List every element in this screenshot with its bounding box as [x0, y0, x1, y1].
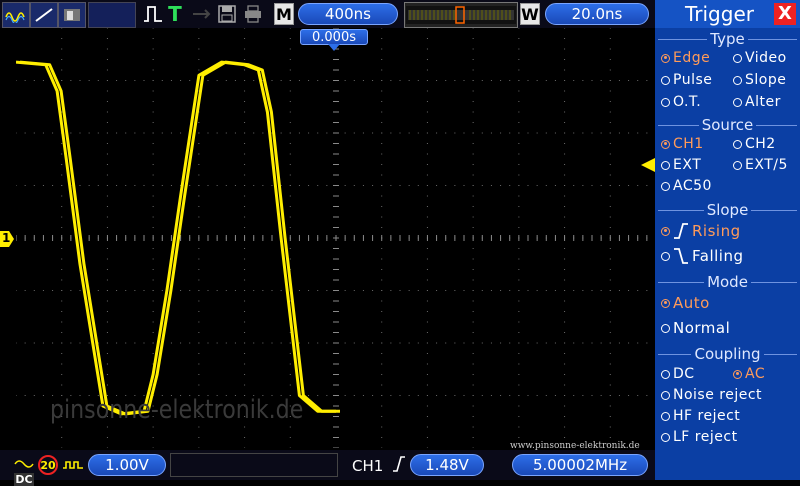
trigger-level-value[interactable]: 1.48V: [410, 454, 484, 476]
trigger-source-label: CH1: [352, 457, 384, 475]
radio-icon: [733, 97, 742, 107]
trigger-time-marker[interactable]: 0.000s: [300, 29, 368, 45]
save-icon[interactable]: [216, 2, 238, 26]
radio-icon: [661, 369, 670, 379]
radio-icon: [661, 160, 670, 170]
trigger-menu-panel: Trigger X Type Edge Video Pulse Slope O.…: [655, 0, 800, 480]
radio-icon: [733, 160, 742, 170]
option-alter[interactable]: Alter: [733, 94, 781, 110]
rising-edge-icon: [392, 455, 406, 477]
trigger-status-icon: T: [168, 2, 182, 26]
falling-edge-icon: [674, 248, 688, 264]
memory-position-bar[interactable]: [404, 2, 518, 28]
dc-coupling-indicator: DC: [14, 453, 34, 486]
radio-icon: [661, 139, 670, 149]
radio-icon: [661, 97, 670, 107]
usb-icon: [190, 2, 214, 26]
rising-edge-icon: [674, 223, 688, 239]
radio-icon: [661, 181, 670, 191]
pulse-icon: [142, 2, 164, 26]
ch1-trace: [19, 60, 340, 416]
radio-icon: [733, 139, 742, 149]
option-ac50[interactable]: AC50: [661, 178, 712, 194]
radio-icon: [661, 226, 670, 236]
option-ext[interactable]: EXT: [661, 157, 701, 173]
section-type: Type: [655, 30, 800, 48]
radio-icon: [661, 411, 670, 421]
radio-icon: [733, 369, 742, 379]
trigger-position-value[interactable]: 20.0ns: [545, 3, 649, 25]
option-normal[interactable]: Normal: [661, 319, 730, 337]
option-ext5[interactable]: EXT/5: [733, 157, 788, 173]
option-rising[interactable]: Rising: [661, 222, 741, 240]
option-hf-reject[interactable]: HF reject: [661, 408, 740, 424]
bottom-status-bar: DC 20 1.00V CH1 1.48V 5.00002MHz: [0, 450, 655, 486]
ch1-ground-marker[interactable]: 1: [0, 231, 14, 247]
radio-icon: [661, 298, 670, 308]
option-pulse[interactable]: Pulse: [661, 72, 712, 88]
option-ac[interactable]: AC: [733, 366, 765, 382]
radio-icon: [733, 53, 742, 63]
option-auto[interactable]: Auto: [661, 294, 710, 312]
radio-icon: [733, 75, 742, 85]
section-source-header: Source: [655, 116, 800, 134]
waveform-display-icon[interactable]: [2, 2, 30, 28]
radio-icon: [661, 251, 670, 261]
section-mode: Mode: [655, 273, 800, 291]
radio-icon: [661, 75, 670, 85]
radio-icon: [661, 53, 670, 63]
option-falling[interactable]: Falling: [661, 247, 743, 265]
radio-icon: [661, 323, 670, 333]
section-slope: Slope: [655, 201, 800, 219]
close-icon[interactable]: X: [774, 3, 796, 25]
ac-wave-icon: [14, 460, 34, 468]
trigger-level-marker-icon[interactable]: [641, 157, 655, 176]
option-video[interactable]: Video: [733, 50, 787, 66]
main-timebase-label: M: [274, 3, 294, 25]
section-type-header: Type: [655, 30, 800, 48]
ch1-marker-label: 1: [2, 231, 11, 245]
timebase-value[interactable]: 400ns: [298, 3, 398, 25]
option-ch1[interactable]: CH1: [661, 136, 704, 152]
frequency-counter: 5.00002MHz: [512, 454, 648, 476]
status-box: [88, 2, 136, 28]
option-noise-reject[interactable]: Noise reject: [661, 387, 762, 403]
trigger-menu-title: Trigger X: [655, 0, 800, 28]
section-coupling-header: Coupling: [655, 345, 800, 363]
option-slope[interactable]: Slope: [733, 72, 786, 88]
invert-icon: [62, 456, 84, 478]
section-mode-header: Mode: [655, 273, 800, 291]
top-toolbar: T M 400ns W 20.0ns: [0, 0, 655, 28]
option-edge[interactable]: Edge: [661, 50, 710, 66]
vector-display-icon[interactable]: [30, 2, 58, 28]
trigger-time-arrow-icon: [328, 44, 340, 51]
persistence-icon[interactable]: [58, 2, 86, 28]
option-dc[interactable]: DC: [661, 366, 695, 382]
option-lf-reject[interactable]: LF reject: [661, 429, 738, 445]
print-icon[interactable]: [242, 2, 264, 26]
section-source: Source: [655, 116, 800, 134]
radio-icon: [661, 432, 670, 442]
watermark: pinsonne-elektronik.de: [50, 395, 304, 425]
option-ot[interactable]: O.T.: [661, 94, 701, 110]
option-ch2[interactable]: CH2: [733, 136, 776, 152]
grid: [15, 27, 648, 449]
section-coupling: Coupling: [655, 345, 800, 363]
waveform-plot: [15, 27, 648, 449]
waveform-screen[interactable]: [15, 27, 656, 449]
section-slope-header: Slope: [655, 201, 800, 219]
window-label: W: [520, 3, 540, 25]
bandwidth-limit-badge: 20: [38, 455, 58, 475]
ch1-volts-div[interactable]: 1.00V: [88, 454, 166, 476]
ch2-slot: [170, 453, 338, 477]
radio-icon: [661, 390, 670, 400]
